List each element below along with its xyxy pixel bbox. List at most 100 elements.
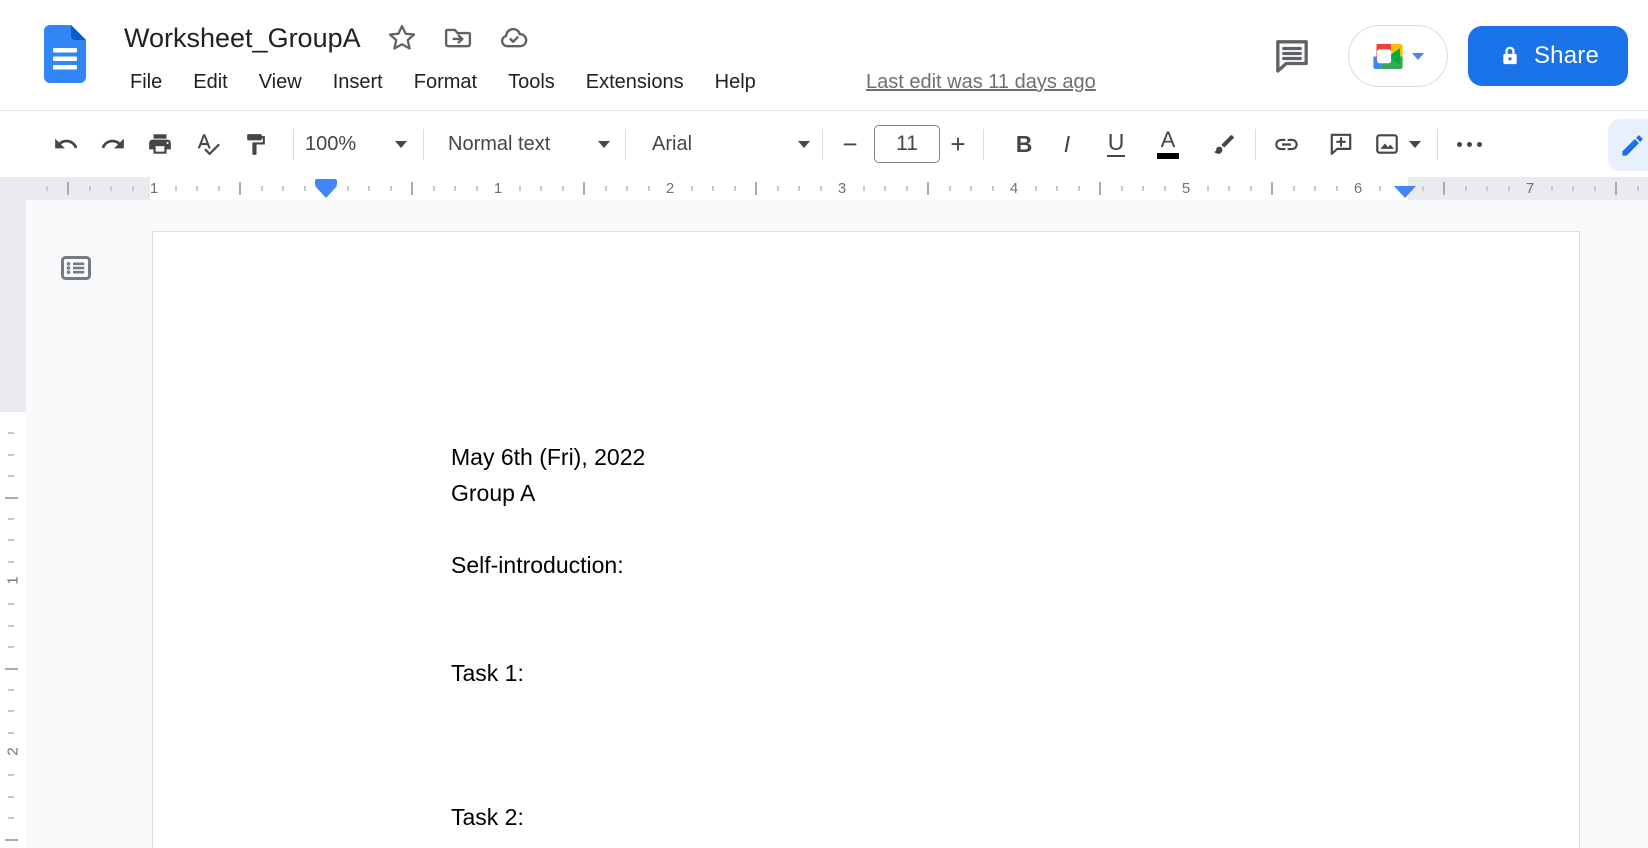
ruler-tick — [132, 186, 134, 191]
horizontal-ruler[interactable]: 11234567 — [0, 177, 1648, 200]
ruler-tick — [626, 186, 628, 191]
doc-paragraph[interactable]: Task 1: — [451, 655, 645, 691]
redo-button[interactable] — [90, 121, 136, 167]
increase-font-size-button[interactable]: + — [938, 121, 978, 167]
font-family-value: Arial — [652, 133, 692, 156]
last-edit-link[interactable]: Last edit was 11 days ago — [866, 64, 1096, 100]
doc-paragraph[interactable]: Group A — [451, 475, 645, 511]
font-size-input[interactable]: 11 — [874, 125, 940, 163]
insert-link-button[interactable] — [1263, 121, 1309, 167]
star-icon[interactable] — [387, 23, 417, 53]
menu-file[interactable]: File — [130, 64, 162, 100]
ruler-tick — [8, 732, 14, 734]
add-comment-button[interactable] — [1318, 121, 1364, 167]
ruler-tick — [282, 186, 284, 191]
vertical-ruler[interactable]: 12 — [0, 200, 26, 848]
right-indent-marker[interactable] — [1394, 186, 1416, 198]
share-button[interactable]: Share — [1468, 26, 1628, 86]
menu-help[interactable]: Help — [715, 64, 756, 100]
zoom-caret-icon — [395, 141, 407, 148]
paint-format-button[interactable] — [232, 121, 278, 167]
ruler-tick — [1637, 186, 1639, 191]
ruler-tick — [261, 186, 263, 191]
insert-image-button[interactable] — [1366, 121, 1408, 167]
ruler-tick — [605, 186, 607, 191]
ruler-tick — [1228, 186, 1230, 191]
document-title[interactable]: Worksheet_GroupA — [124, 23, 361, 54]
doc-paragraph[interactable] — [451, 583, 645, 619]
ruler-tick — [347, 186, 349, 191]
menu-format[interactable]: Format — [414, 64, 477, 100]
ruler-tick — [8, 646, 14, 648]
bold-button[interactable]: B — [1001, 121, 1047, 167]
ruler-tick — [863, 186, 865, 191]
menu-insert[interactable]: Insert — [333, 64, 383, 100]
paragraph-style-select[interactable]: Normal text — [448, 121, 610, 167]
ruler-tick — [8, 475, 14, 477]
font-family-select[interactable]: Arial — [652, 121, 810, 167]
ruler-tick — [476, 186, 478, 191]
doc-paragraph[interactable] — [451, 691, 645, 727]
toolbar-divider — [423, 129, 424, 160]
app-header: Worksheet_GroupA File Edit View Insert Forma… — [0, 0, 1648, 110]
ruler-tick — [8, 561, 14, 563]
ruler-tick — [1508, 186, 1510, 191]
left-indent-marker[interactable] — [315, 186, 337, 198]
toolbar-divider — [983, 129, 984, 160]
move-folder-icon[interactable] — [443, 23, 473, 53]
ruler-number: 2 — [5, 739, 22, 765]
menu-edit[interactable]: Edit — [193, 64, 227, 100]
toolbar-divider — [625, 129, 626, 160]
doc-paragraph[interactable]: May 6th (Fri), 2022 — [451, 439, 645, 475]
doc-paragraph[interactable]: Self-introduction: — [451, 547, 645, 583]
text-color-button[interactable]: A — [1145, 121, 1191, 167]
ruler-tick — [8, 710, 14, 712]
paragraph-style-value: Normal text — [448, 133, 550, 156]
menu-tools[interactable]: Tools — [508, 64, 555, 100]
ruler-tick — [5, 497, 18, 499]
underline-button[interactable]: U — [1093, 121, 1139, 167]
lock-icon — [1497, 43, 1523, 69]
ruler-tick — [5, 839, 18, 841]
ruler-tick — [175, 186, 177, 191]
doc-paragraph[interactable] — [451, 511, 645, 547]
ruler-tick — [196, 186, 198, 191]
show-document-outline-icon[interactable] — [58, 250, 94, 286]
font-family-caret-icon — [798, 141, 810, 148]
document-page[interactable]: May 6th (Fri), 2022Group A Self-introduc… — [152, 231, 1580, 848]
ruler-number: 5 — [1182, 177, 1190, 200]
text-color-glyph: A — [1161, 129, 1176, 159]
ruler-tick — [239, 182, 241, 195]
doc-paragraph[interactable]: Task 2: — [451, 799, 645, 835]
ruler-tick — [949, 186, 951, 191]
undo-button[interactable] — [43, 121, 89, 167]
doc-paragraph[interactable] — [451, 763, 645, 799]
insert-image-caret-icon[interactable] — [1409, 141, 1421, 148]
meet-dropdown-caret-icon[interactable] — [1412, 53, 1424, 60]
ruler-tick — [798, 186, 800, 191]
ruler-tick — [583, 182, 585, 195]
zoom-select[interactable]: 100% — [305, 121, 407, 167]
zoom-value: 100% — [305, 133, 356, 156]
decrease-font-size-button[interactable]: − — [830, 121, 870, 167]
more-options-button[interactable] — [1446, 121, 1492, 167]
join-meet-button[interactable] — [1348, 25, 1448, 87]
menu-extensions[interactable]: Extensions — [586, 64, 684, 100]
ruler-tick — [1336, 186, 1338, 191]
doc-paragraph[interactable] — [451, 619, 645, 655]
menu-view[interactable]: View — [259, 64, 302, 100]
highlight-color-button[interactable] — [1201, 121, 1247, 167]
document-text[interactable]: May 6th (Fri), 2022Group A Self-introduc… — [451, 439, 645, 835]
print-button[interactable] — [137, 121, 183, 167]
italic-button[interactable]: I — [1044, 121, 1090, 167]
ruler-tick — [218, 186, 220, 191]
google-docs-logo-icon[interactable] — [44, 25, 86, 83]
google-meet-icon — [1373, 44, 1403, 69]
open-comment-history-icon[interactable] — [1272, 36, 1312, 76]
italic-glyph: I — [1064, 133, 1070, 156]
doc-paragraph[interactable] — [451, 727, 645, 763]
first-line-indent-marker[interactable] — [315, 179, 337, 186]
editing-mode-button[interactable] — [1608, 119, 1648, 171]
cloud-saved-icon[interactable] — [499, 23, 529, 53]
spell-check-button[interactable] — [185, 121, 231, 167]
